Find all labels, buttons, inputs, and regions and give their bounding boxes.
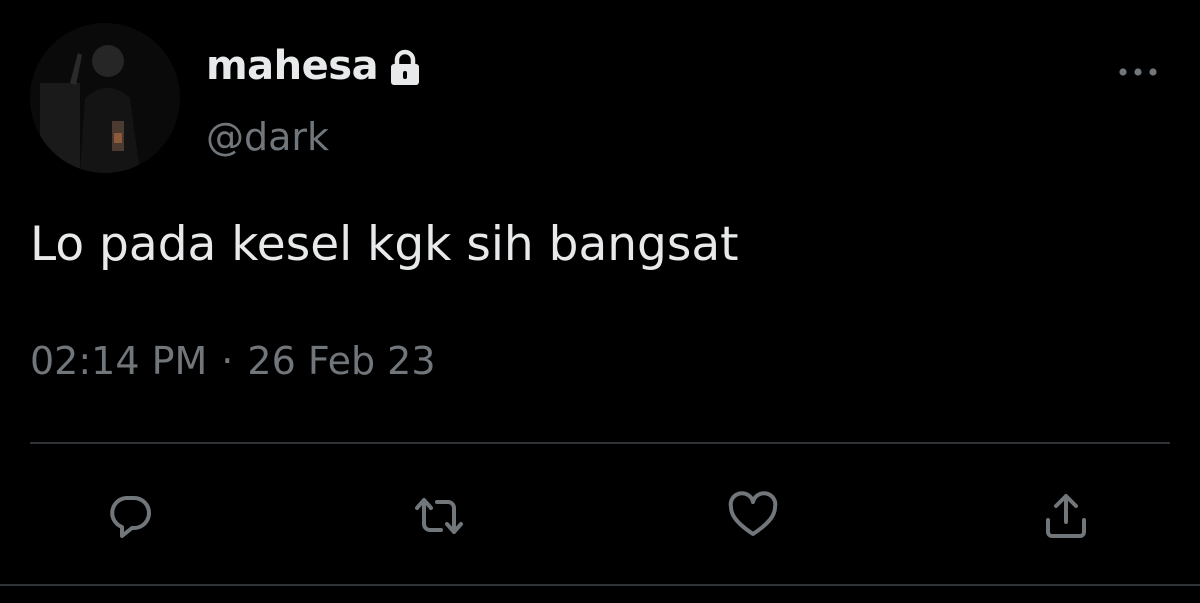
tweet-timestamp[interactable]: 02:14 PM · 26 Feb 23: [30, 335, 436, 387]
retweet-icon: [413, 490, 465, 542]
more-options-icon[interactable]: [1116, 60, 1160, 84]
tweet-time: 02:14 PM: [30, 339, 208, 383]
lock-icon: [388, 49, 422, 87]
reply-icon: [104, 490, 156, 542]
tweet-card: mahesa @dark Lo pada kesel kgk sih bangs…: [0, 0, 1200, 603]
author-display-name[interactable]: mahesa: [206, 40, 379, 92]
tweet-date: 26 Feb 23: [247, 339, 436, 383]
tweet-text: Lo pada kesel kgk sih bangsat: [30, 217, 739, 272]
like-icon: [727, 490, 779, 542]
divider: [30, 442, 1170, 444]
author-name-row: mahesa: [206, 40, 422, 92]
timestamp-separator: ·: [221, 339, 234, 383]
reply-button[interactable]: [104, 490, 156, 542]
retweet-button[interactable]: [413, 490, 465, 542]
share-button[interactable]: [1040, 490, 1092, 542]
avatar[interactable]: [30, 23, 180, 173]
divider-bottom: [0, 584, 1200, 586]
share-icon: [1040, 490, 1092, 542]
author-handle[interactable]: @dark: [206, 112, 329, 162]
like-button[interactable]: [727, 490, 779, 542]
